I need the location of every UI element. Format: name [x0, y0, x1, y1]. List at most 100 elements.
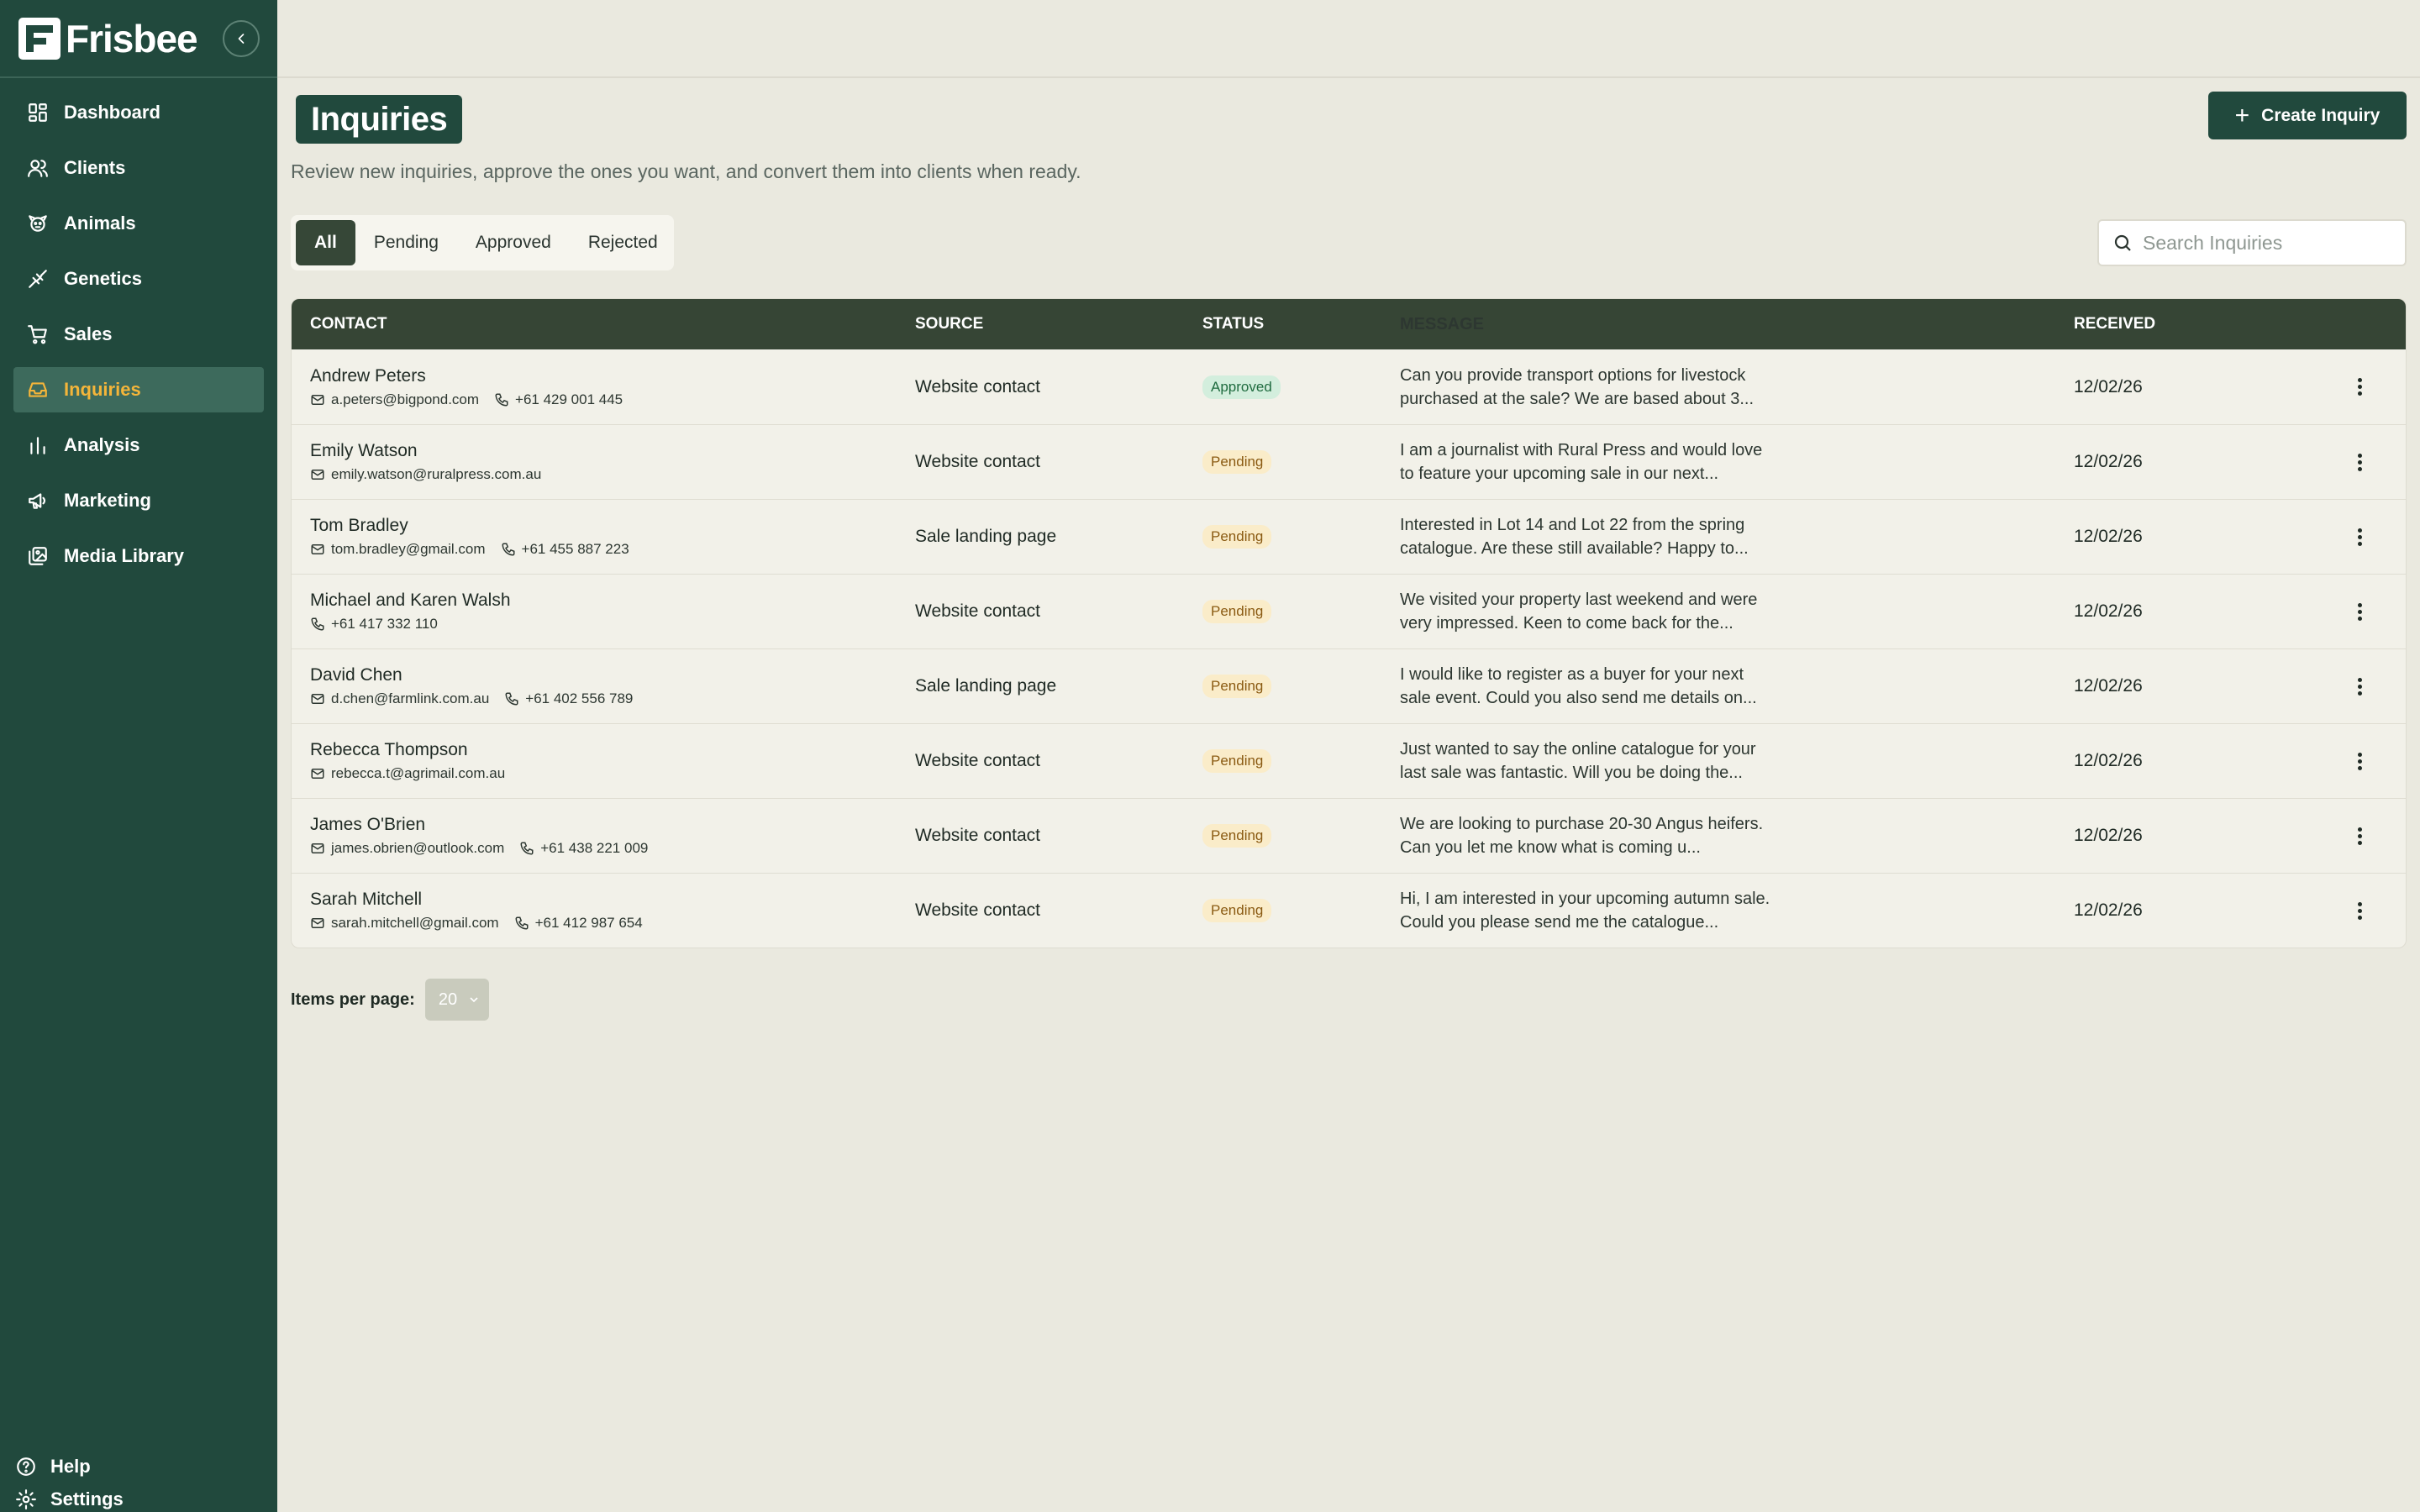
contact-phone[interactable]: +61 455 887 223 [501, 541, 629, 558]
mail-icon [311, 694, 324, 704]
contact-phone[interactable]: +61 402 556 789 [504, 690, 633, 707]
search-icon [2114, 234, 2131, 251]
tab-all[interactable]: All [296, 220, 355, 265]
message-cell: Can you provide transport options for li… [1400, 364, 2074, 411]
status-cell: Pending [1202, 450, 1400, 474]
received-cell: 12/02/26 [2074, 676, 2143, 696]
sidebar-item-help[interactable]: Help [0, 1445, 277, 1488]
column-header-status[interactable]: Status [1202, 315, 1400, 333]
status-badge: Pending [1202, 675, 1272, 698]
contact-email[interactable]: emily.watson@ruralpress.com.au [310, 466, 541, 483]
contact-email[interactable]: tom.bradley@gmail.com [310, 541, 486, 558]
mail-icon [311, 394, 324, 405]
inquiries-table: Contact Source Status Message Received A… [291, 298, 2407, 948]
sidebar-item-label: Genetics [64, 268, 142, 289]
table-row[interactable]: Michael and Karen Walsh +61 417 332 110 We… [292, 574, 2406, 648]
contact-phone[interactable]: +61 412 987 654 [514, 915, 643, 932]
table-row[interactable]: Tom Bradley tom.bradley@gmail.com +61 455 … [292, 499, 2406, 574]
sidebar-item-inquiries[interactable]: Inquiries [13, 367, 264, 412]
collapse-sidebar-button[interactable] [223, 20, 260, 57]
page-subtitle: Review new inquiries, approve the ones y… [291, 160, 1081, 182]
status-cell: Pending [1202, 824, 1400, 848]
contact-email[interactable]: a.peters@bigpond.com [310, 391, 479, 408]
more-options-icon[interactable] [2356, 752, 2363, 770]
message-text: I am a journalist with Rural Press and w… [1400, 441, 1763, 483]
message-text: Interested in Lot 14 and Lot 22 from the… [1400, 516, 1749, 558]
row-actions-cell [2317, 602, 2402, 621]
sidebar-item-media-library[interactable]: Media Library [13, 533, 264, 579]
source-cell: Website contact [915, 601, 1041, 621]
row-actions-cell [2317, 901, 2402, 920]
source-cell: Website contact [915, 751, 1041, 770]
table-row[interactable]: Emily Watson emily.watson@ruralpress.com.… [292, 424, 2406, 499]
status-filter-tabs: All Pending Approved Rejected [291, 215, 674, 270]
table-row[interactable]: Rebecca Thompson rebecca.t@agrimail.com.a… [292, 723, 2406, 798]
sidebar-item-label: Inquiries [64, 379, 141, 400]
sidebar-item-clients[interactable]: Clients [13, 145, 264, 191]
column-header-received[interactable]: Received [2074, 315, 2317, 333]
sidebar-item-genetics[interactable]: Genetics [13, 256, 264, 302]
create-inquiry-button[interactable]: + Create Inquiry [2208, 92, 2407, 139]
status-badge: Pending [1202, 899, 1272, 922]
sidebar-item-marketing[interactable]: Marketing [13, 478, 264, 523]
contact-email[interactable]: james.obrien@outlook.com [310, 840, 504, 857]
tab-pending[interactable]: Pending [355, 220, 457, 265]
more-options-icon[interactable] [2356, 677, 2363, 696]
column-header-source[interactable]: Source [915, 315, 1202, 333]
table-row[interactable]: Sarah Mitchell sarah.mitchell@gmail.com +6… [292, 873, 2406, 948]
phone-text: +61 455 887 223 [521, 541, 629, 557]
more-options-icon[interactable] [2356, 901, 2363, 920]
sidebar-item-dashboard[interactable]: Dashboard [13, 90, 264, 135]
table-row[interactable]: David Chen d.chen@farmlink.com.au +61 402 … [292, 648, 2406, 723]
inbox-icon [27, 379, 49, 401]
chevron-left-icon [238, 34, 245, 44]
sidebar-item-settings[interactable]: Settings [0, 1488, 277, 1512]
status-cell: Pending [1202, 600, 1400, 623]
more-options-icon[interactable] [2356, 453, 2363, 471]
message-cell: Interested in Lot 14 and Lot 22 from the… [1400, 513, 2074, 560]
phone-icon [515, 916, 529, 930]
received-cell: 12/02/26 [2074, 826, 2143, 845]
sidebar-item-label: Media Library [64, 545, 185, 566]
contact-phone[interactable]: +61 429 001 445 [494, 391, 623, 408]
plus-icon: + [2234, 101, 2250, 129]
contact-phone[interactable]: +61 438 221 009 [519, 840, 648, 857]
more-options-icon[interactable] [2356, 827, 2363, 845]
sidebar-item-label: Analysis [64, 434, 140, 455]
phone-text: +61 417 332 110 [331, 616, 438, 632]
contact-meta: d.chen@farmlink.com.au +61 402 556 789 [310, 690, 915, 707]
contact-cell: James O'Brien james.obrien@outlook.com +61… [292, 815, 915, 857]
column-header-message[interactable]: Message [1400, 312, 2074, 336]
source-cell: Website contact [915, 452, 1041, 471]
message-cell: We visited your property last weekend an… [1400, 588, 2074, 635]
top-bar [277, 0, 2420, 78]
dashboard-icon [27, 102, 49, 123]
contact-name: Andrew Peters [310, 365, 426, 386]
contact-email[interactable]: rebecca.t@agrimail.com.au [310, 765, 505, 782]
more-options-icon[interactable] [2356, 528, 2363, 546]
more-options-icon[interactable] [2356, 378, 2363, 396]
phone-icon [520, 842, 534, 855]
phone-text: +61 438 221 009 [540, 840, 649, 856]
search-input[interactable] [2143, 231, 2395, 255]
sidebar-item-analysis[interactable]: Analysis [13, 423, 264, 468]
items-per-page-select[interactable]: 20 [424, 979, 489, 1021]
message-text: Just wanted to say the online catalogue … [1400, 740, 1756, 782]
contact-phone[interactable]: +61 417 332 110 [310, 616, 438, 633]
mail-icon [311, 843, 324, 853]
table-row[interactable]: James O'Brien james.obrien@outlook.com +61… [292, 798, 2406, 873]
sidebar-item-animals[interactable]: Animals [13, 201, 264, 246]
tab-rejected[interactable]: Rejected [570, 220, 676, 265]
status-badge: Approved [1202, 375, 1281, 399]
more-options-icon[interactable] [2356, 602, 2363, 621]
search-box [2097, 219, 2407, 266]
message-text: Can you provide transport options for li… [1400, 365, 1754, 408]
tab-approved[interactable]: Approved [457, 220, 570, 265]
contact-email[interactable]: sarah.mitchell@gmail.com [310, 915, 499, 932]
row-actions-cell [2317, 528, 2402, 546]
table-row[interactable]: Andrew Peters a.peters@bigpond.com +61 429… [292, 349, 2406, 424]
column-header-contact[interactable]: Contact [292, 315, 915, 333]
status-cell: Pending [1202, 675, 1400, 698]
contact-email[interactable]: d.chen@farmlink.com.au [310, 690, 489, 707]
sidebar-item-sales[interactable]: Sales [13, 312, 264, 357]
